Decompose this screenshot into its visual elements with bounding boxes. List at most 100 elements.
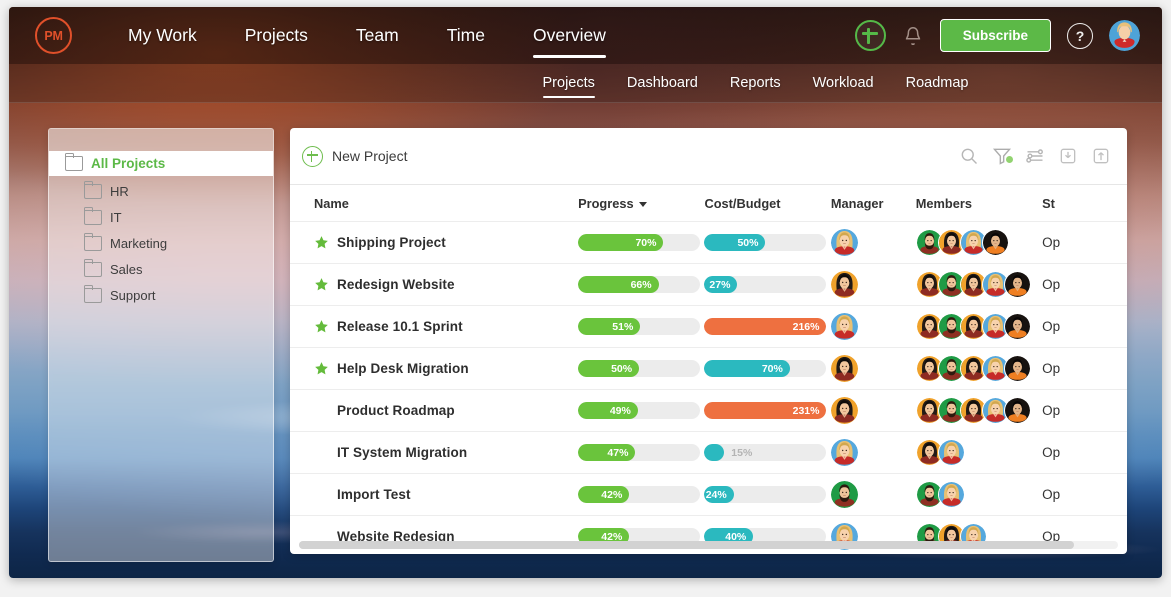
member-avatar-stack (915, 355, 1042, 382)
progress-value-label: 50% (611, 362, 633, 375)
user-avatar[interactable] (1109, 20, 1140, 51)
member-avatar[interactable] (1003, 397, 1031, 424)
star-icon[interactable] (314, 235, 329, 250)
member-avatar-stack (915, 229, 1042, 256)
subnav-item-roadmap[interactable]: Roadmap (890, 64, 985, 102)
progress-bar-fill: 66% (578, 276, 659, 293)
project-name[interactable]: Release 10.1 Sprint (337, 319, 463, 334)
project-name[interactable]: Redesign Website (337, 277, 455, 292)
member-avatar[interactable] (1003, 313, 1031, 340)
filter-icon[interactable] (992, 146, 1013, 166)
sidebar-item-support[interactable]: Support (49, 285, 273, 306)
manager-avatar[interactable] (830, 439, 858, 466)
projects-toolbar-icons (959, 146, 1111, 166)
projects-panel-clip: New Project Name Progress Cost/Budget Ma… (290, 128, 1127, 554)
cell-manager (830, 439, 916, 466)
member-avatar[interactable] (1003, 355, 1031, 382)
cell-manager (830, 271, 916, 298)
column-header-prog[interactable]: Progress (578, 196, 704, 211)
subnav-item-dashboard[interactable]: Dashboard (611, 64, 714, 102)
cell-progress: 49% (578, 402, 704, 419)
cell-manager (830, 355, 916, 382)
cell-cost-budget: 216% (704, 318, 830, 335)
sidebar-item-sales[interactable]: Sales (49, 259, 273, 280)
project-name[interactable]: IT System Migration (337, 445, 467, 460)
project-name[interactable]: Help Desk Migration (337, 361, 469, 376)
member-avatar[interactable] (1003, 271, 1031, 298)
sidebar-item-it[interactable]: IT (49, 207, 273, 228)
cell-status: Op (1042, 445, 1127, 460)
plus-circle-icon[interactable] (854, 20, 886, 51)
nav-item-projects[interactable]: Projects (221, 7, 332, 64)
subnav-item-label: Projects (542, 75, 595, 91)
project-name[interactable]: Product Roadmap (337, 403, 455, 418)
export-icon[interactable] (1091, 146, 1111, 166)
manager-avatar[interactable] (830, 271, 858, 298)
cost-budget-value-label: 50% (737, 236, 759, 249)
bell-icon[interactable] (902, 24, 924, 48)
search-icon[interactable] (959, 146, 979, 166)
column-header-status[interactable]: St (1042, 196, 1127, 211)
manager-avatar[interactable] (830, 397, 858, 424)
star-icon[interactable] (314, 361, 329, 376)
column-header-cost[interactable]: Cost/Budget (704, 196, 830, 211)
projects-toolbar: New Project (290, 128, 1127, 184)
nav-item-time[interactable]: Time (423, 7, 509, 64)
cell-members (915, 355, 1042, 382)
member-avatar[interactable] (937, 439, 965, 466)
subnav-item-workload[interactable]: Workload (797, 64, 890, 102)
sidebar-item-all-projects[interactable]: All Projects (49, 151, 273, 176)
sidebar-item-hr[interactable]: HR (49, 181, 273, 202)
cost-budget-value-label: 231% (792, 404, 820, 417)
logo-text: PM (44, 28, 63, 43)
cost-budget-bar-fill (704, 444, 724, 461)
project-name[interactable]: Shipping Project (337, 235, 446, 250)
import-icon[interactable] (1058, 146, 1078, 166)
nav-item-overview[interactable]: Overview (509, 7, 630, 64)
manager-avatar[interactable] (830, 313, 858, 340)
app-logo[interactable]: PM (35, 17, 72, 54)
star-icon[interactable] (314, 319, 329, 334)
settings-sliders-icon[interactable] (1025, 146, 1045, 166)
star-icon[interactable] (314, 277, 329, 292)
new-project-button[interactable]: New Project (302, 145, 407, 167)
column-header-label: Progress (578, 195, 634, 211)
table-row[interactable]: Shipping Project 70% 50% Op (290, 221, 1127, 263)
nav-item-my-work[interactable]: My Work (104, 7, 221, 64)
project-name[interactable]: Import Test (337, 487, 411, 502)
column-header-name[interactable]: Name (290, 196, 578, 211)
manager-avatar[interactable] (830, 229, 858, 256)
horizontal-scrollbar[interactable] (299, 541, 1118, 549)
cell-members (915, 439, 1042, 466)
scrollbar-thumb[interactable] (299, 541, 1074, 549)
manager-avatar[interactable] (830, 481, 858, 508)
subnav-item-reports[interactable]: Reports (714, 64, 797, 102)
table-row[interactable]: Import Test 42% 24% Op (290, 473, 1127, 515)
nav-item-team[interactable]: Team (332, 7, 423, 64)
cost-budget-value-label: 24% (705, 488, 727, 501)
cell-cost-budget: 231% (704, 402, 830, 419)
column-header-mem[interactable]: Members (916, 196, 1042, 211)
table-row[interactable]: Help Desk Migration 50% 70% Op (290, 347, 1127, 389)
member-avatar[interactable] (937, 481, 965, 508)
question-mark-icon[interactable]: ? (1067, 22, 1093, 49)
cost-budget-bar-fill: 27% (704, 276, 738, 293)
progress-bar-fill: 47% (578, 444, 636, 461)
member-avatar-stack (915, 397, 1042, 424)
column-header-mgr[interactable]: Manager (831, 196, 916, 211)
member-avatar[interactable] (981, 229, 1009, 256)
sidebar-item-label: Marketing (110, 236, 168, 251)
cell-status: Op (1042, 403, 1127, 418)
cell-status: Op (1042, 361, 1127, 376)
table-row[interactable]: Redesign Website 66% 27% Op (290, 263, 1127, 305)
table-row[interactable]: Release 10.1 Sprint 51% 216% Op (290, 305, 1127, 347)
member-avatar-stack (915, 271, 1042, 298)
table-row[interactable]: Product Roadmap 49% 231% Op (290, 389, 1127, 431)
sidebar-item-marketing[interactable]: Marketing (49, 233, 273, 254)
table-row[interactable]: IT System Migration 47% 15% Op (290, 431, 1127, 473)
manager-avatar[interactable] (830, 355, 858, 382)
progress-bar: 50% (578, 360, 701, 377)
sidebar-item-label: Sales (110, 262, 143, 277)
subscribe-button[interactable]: Subscribe (939, 19, 1051, 52)
subnav-item-projects[interactable]: Projects (527, 64, 611, 102)
